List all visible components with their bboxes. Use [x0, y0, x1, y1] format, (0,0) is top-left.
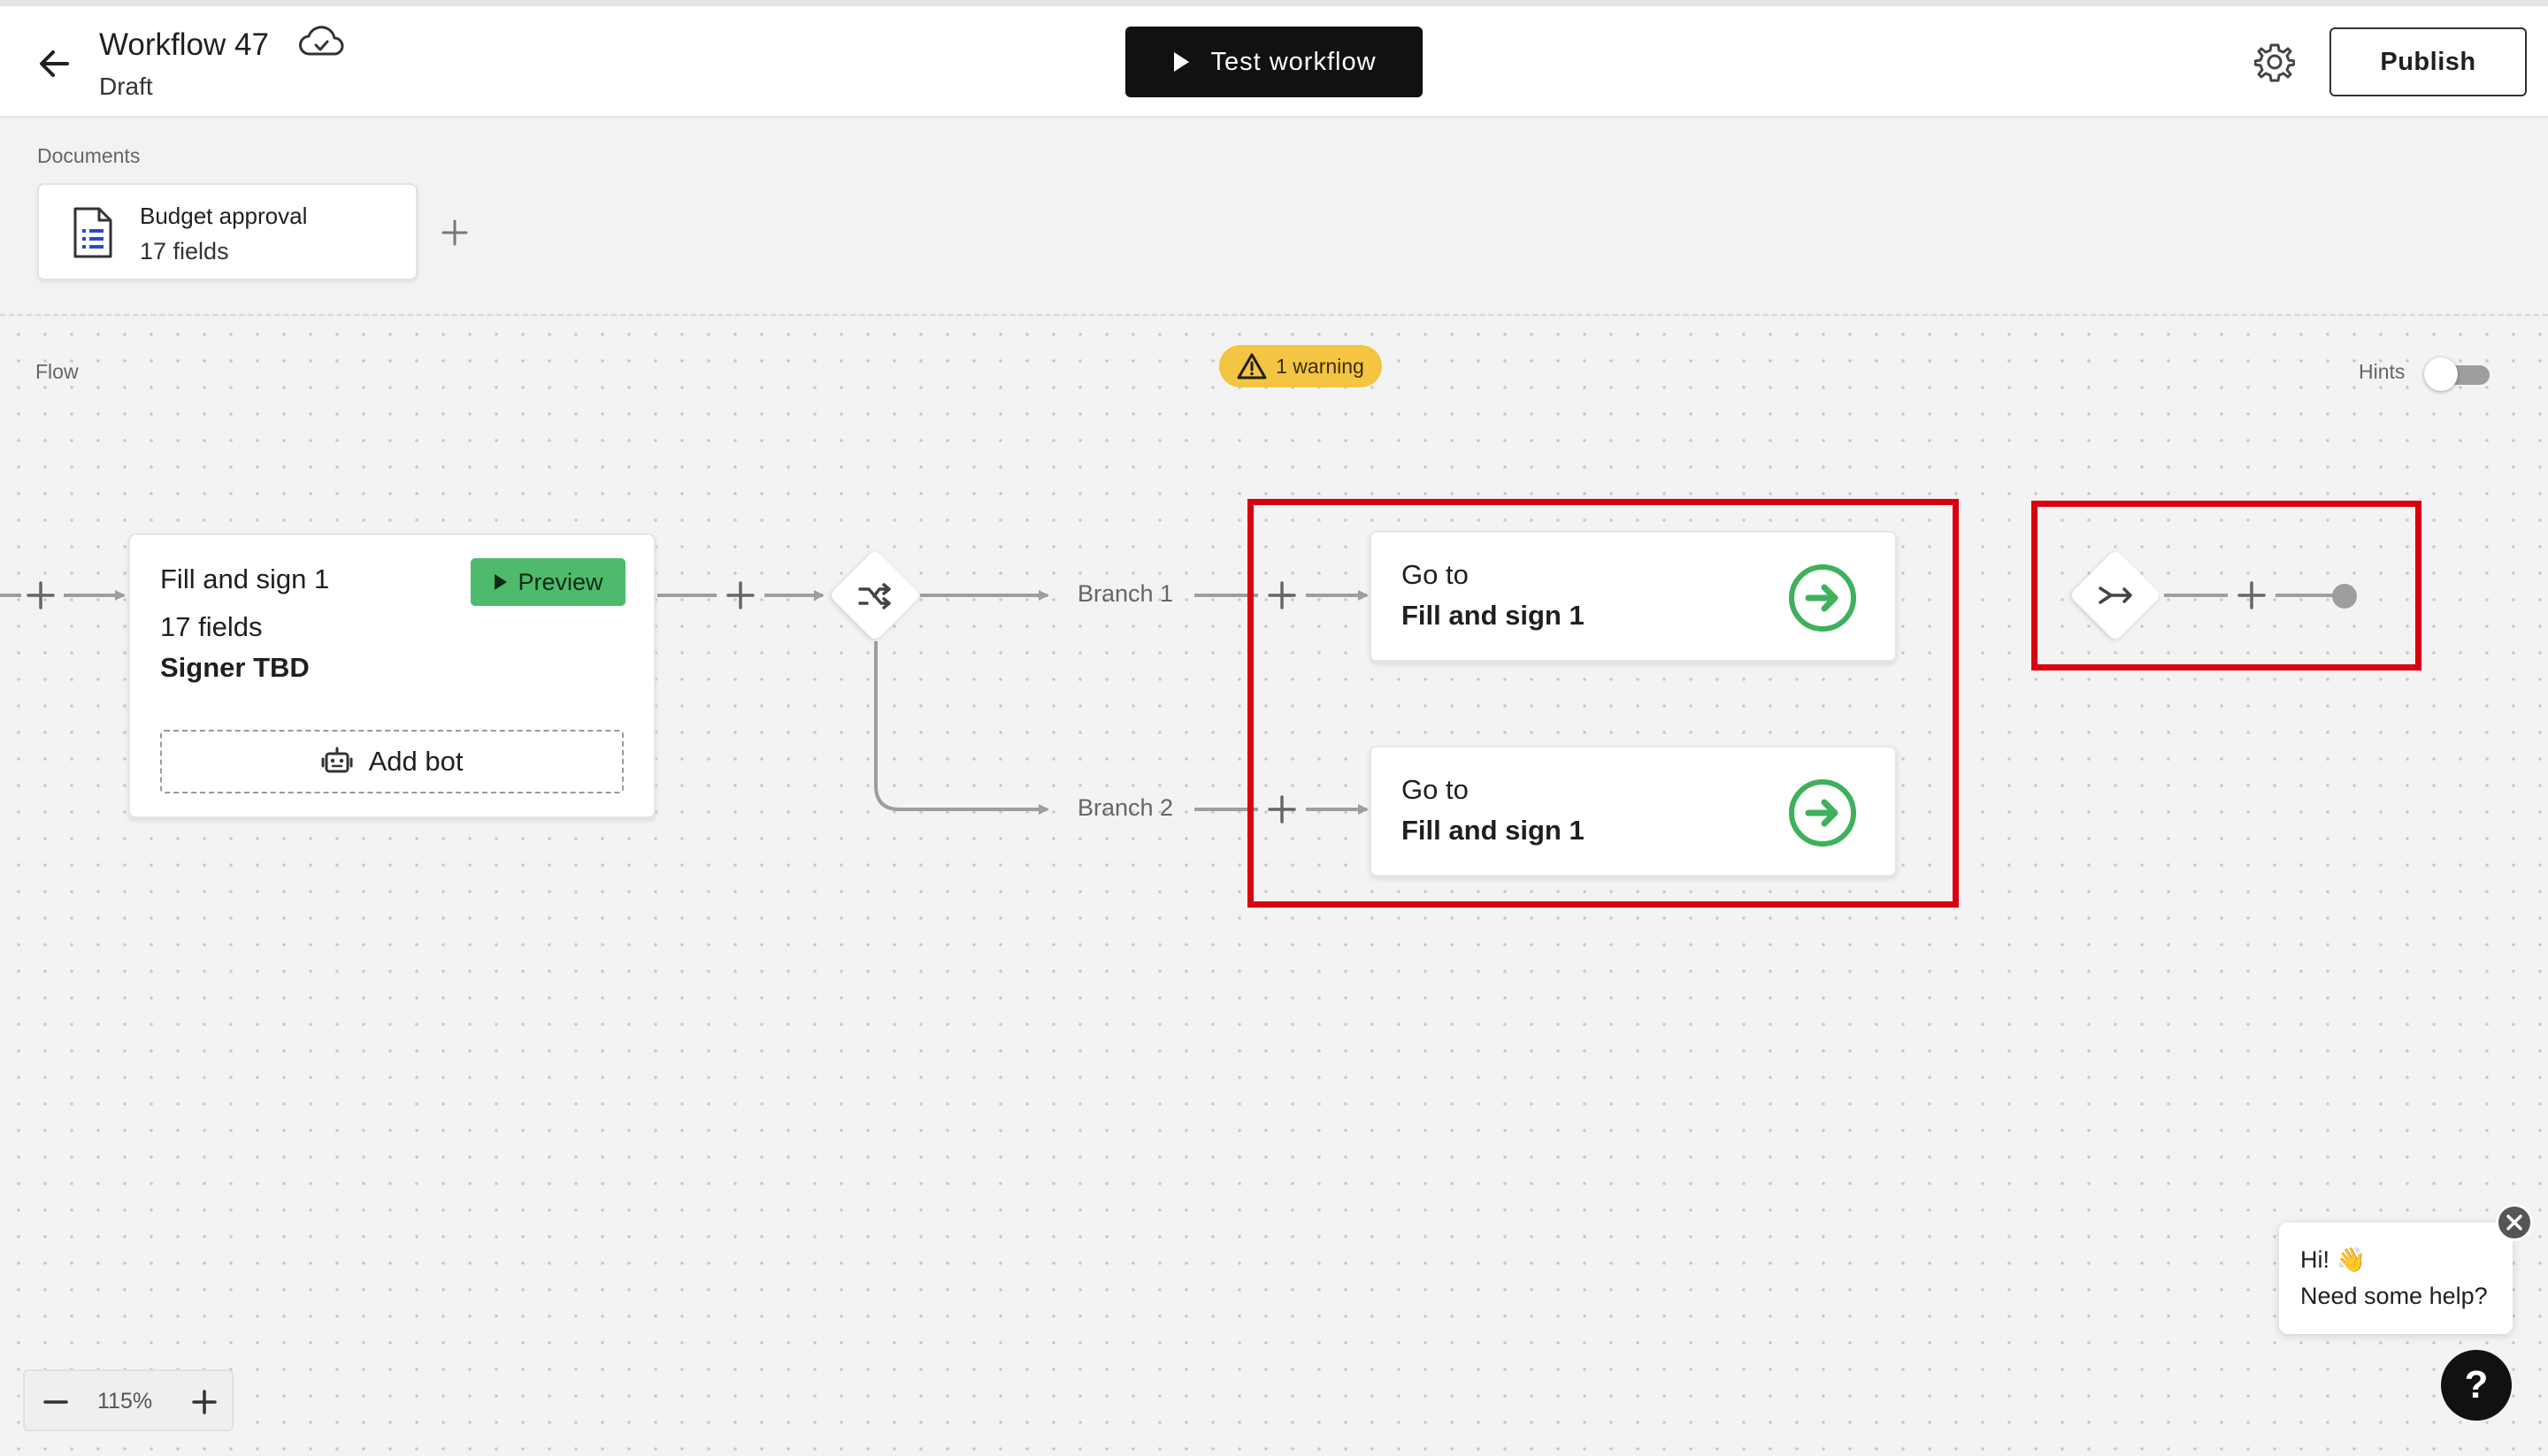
help-button[interactable]: ?	[2441, 1350, 2512, 1421]
highlight-box-merge-end	[2031, 501, 2421, 671]
chat-prompt-bubble[interactable]: Hi! 👋 Need some help?	[2279, 1222, 2513, 1334]
preview-button[interactable]: Preview	[471, 558, 625, 606]
fill-and-sign-step[interactable]: Fill and sign 1 Preview 17 fields Signer…	[128, 533, 656, 818]
close-icon	[2506, 1215, 2522, 1230]
chat-greeting: Hi! 👋	[2300, 1246, 2367, 1273]
chat-close-button[interactable]	[2496, 1204, 2533, 1241]
zoom-in-icon[interactable]	[189, 1387, 219, 1417]
question-icon: ?	[2464, 1363, 2489, 1406]
branch-2-label[interactable]: Branch 2	[1078, 794, 1173, 822]
add-bot-button[interactable]: Add bot	[160, 730, 624, 793]
step-signer: Signer TBD	[160, 652, 310, 683]
step-title: Fill and sign 1	[160, 563, 330, 594]
preview-label: Preview	[518, 568, 603, 595]
highlight-box-goto-steps	[1247, 499, 1959, 908]
robot-icon	[321, 747, 353, 773]
zoom-out-icon[interactable]	[41, 1387, 71, 1417]
add-step-icon[interactable]	[25, 579, 57, 611]
zoom-controls: 115%	[23, 1369, 234, 1431]
step-fields-count: 17 fields	[160, 611, 263, 642]
zoom-level: 115%	[97, 1389, 153, 1414]
add-bot-label: Add bot	[368, 746, 464, 777]
play-icon	[495, 574, 508, 590]
branch-1-label[interactable]: Branch 1	[1078, 580, 1173, 608]
chat-message: Need some help?	[2300, 1283, 2488, 1309]
add-step-icon[interactable]	[725, 579, 756, 611]
split-branch-icon	[858, 583, 891, 609]
